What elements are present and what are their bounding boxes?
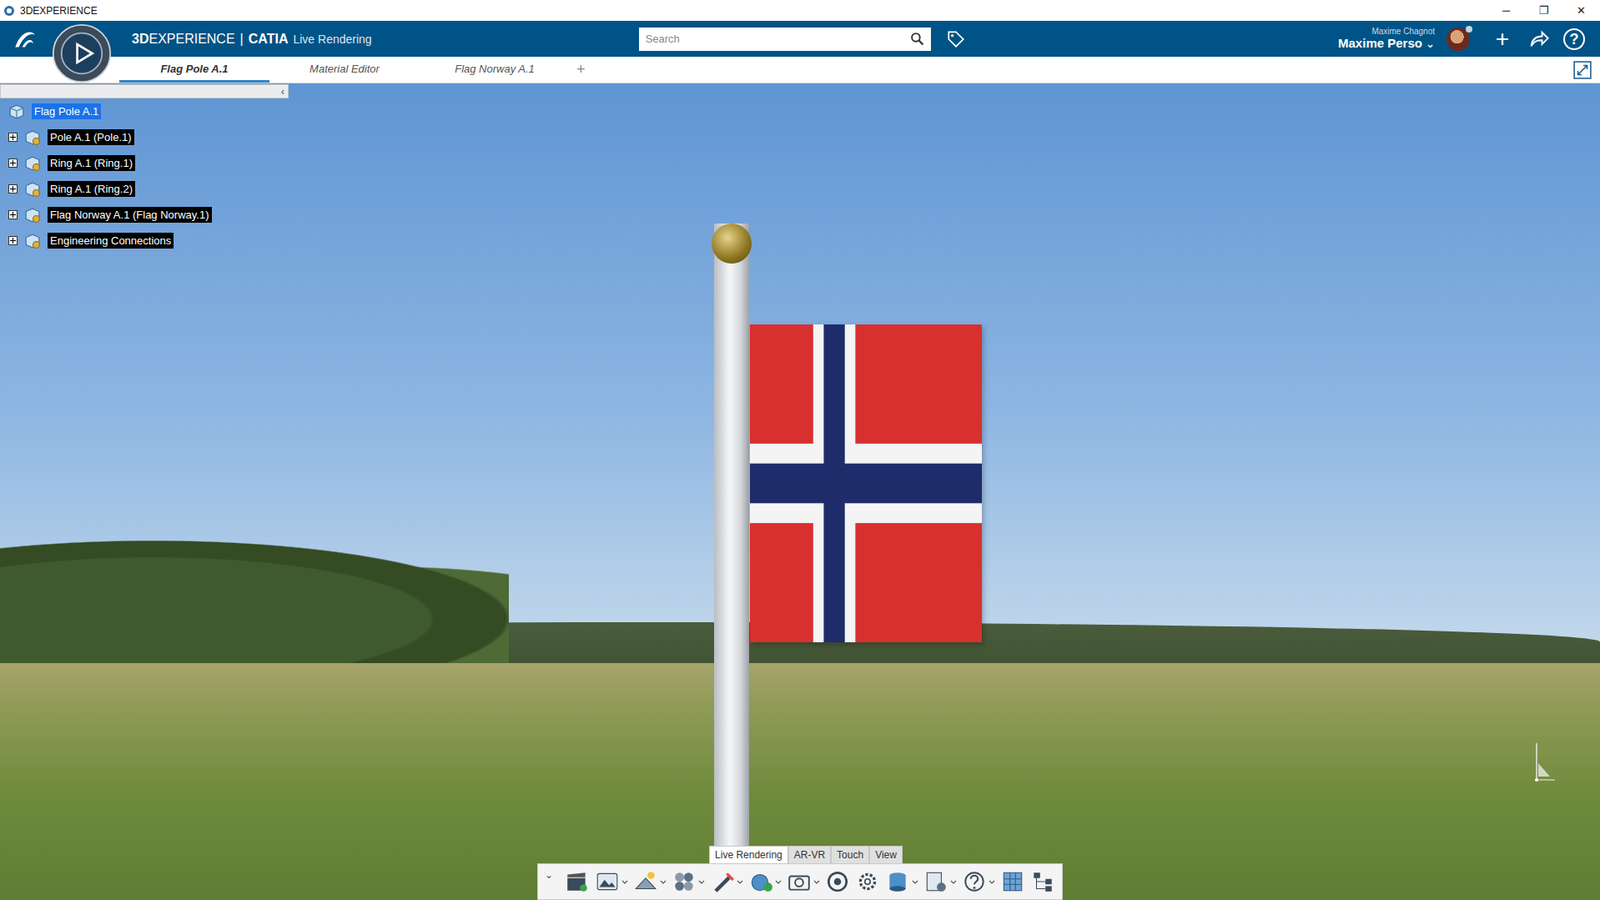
- tool-button[interactable]: [564, 869, 590, 895]
- part-icon: [24, 155, 41, 172]
- window-control[interactable]: ✕: [1562, 4, 1600, 17]
- spec-tree: ‹Flag Pole A.1Pole A.1 (Pole.1)Ring A.1 …: [0, 84, 289, 254]
- section-tab[interactable]: AR-VR: [788, 845, 831, 864]
- ds-logo-icon: [11, 25, 39, 53]
- tool-button[interactable]: [671, 869, 705, 895]
- app-title: 3DEXPERIENCE|CATIALive Rendering: [131, 31, 373, 47]
- window-control[interactable]: ─: [1487, 4, 1525, 17]
- help-icon[interactable]: [961, 869, 987, 895]
- compass-icon[interactable]: [51, 23, 112, 84]
- avatar-icon[interactable]: [1446, 27, 1470, 51]
- share-icon[interactable]: [1528, 28, 1550, 51]
- dropdown-caret-icon[interactable]: [911, 878, 919, 886]
- dropdown-caret-icon[interactable]: [774, 878, 782, 886]
- product-icon: [8, 103, 26, 121]
- tool-button[interactable]: [748, 869, 782, 895]
- fullscreen-icon[interactable]: [1573, 60, 1592, 80]
- tag-icon[interactable]: [945, 29, 967, 50]
- norway-flag[interactable]: [749, 324, 982, 643]
- part-icon: [24, 232, 41, 250]
- picker-icon[interactable]: [709, 869, 735, 895]
- settings-icon[interactable]: [855, 869, 881, 895]
- tool-button[interactable]: [825, 869, 851, 895]
- tree-collapse-bar[interactable]: ‹: [0, 84, 289, 99]
- tool-button[interactable]: [961, 869, 996, 895]
- app-icon: [3, 5, 16, 17]
- search-icon[interactable]: [910, 31, 925, 46]
- render-icon[interactable]: [564, 869, 590, 895]
- dropdown-caret-icon[interactable]: [659, 878, 667, 886]
- part-icon: [24, 129, 41, 146]
- dropdown-caret-icon[interactable]: [698, 878, 705, 886]
- environment-icon[interactable]: [594, 869, 620, 895]
- app-window: 3DEXPERIENCE─❐✕3DEXPERIENCE|CATIALive Re…: [0, 0, 1600, 900]
- tool-button[interactable]: [633, 869, 667, 895]
- tool-button[interactable]: [855, 869, 881, 895]
- search-field[interactable]: Search: [638, 27, 931, 51]
- tool-button[interactable]: [923, 869, 957, 895]
- tab[interactable]: Flag Norway A.1: [419, 56, 570, 83]
- part-icon: [24, 206, 41, 224]
- tool-button[interactable]: [1000, 869, 1026, 895]
- camera-add-icon[interactable]: [748, 869, 774, 895]
- section-tab[interactable]: View: [869, 845, 903, 864]
- user-menu[interactable]: Maxime ChagnotMaxime Perso ⌄: [1338, 26, 1435, 51]
- section-tab[interactable]: Touch: [830, 845, 870, 864]
- capture-icon[interactable]: [786, 869, 812, 895]
- stage-icon[interactable]: [825, 869, 851, 895]
- tree-root[interactable]: Flag Pole A.1: [0, 98, 289, 125]
- expand-icon[interactable]: [8, 158, 18, 168]
- part-icon: [24, 181, 41, 198]
- tool-button[interactable]: [1030, 869, 1056, 895]
- tree-item[interactable]: Pole A.1 (Pole.1): [0, 124, 289, 151]
- tree-item[interactable]: Ring A.1 (Ring.1): [0, 150, 289, 177]
- options-icon[interactable]: [923, 869, 949, 895]
- expand-icon[interactable]: [8, 184, 18, 194]
- tool-button[interactable]: [594, 869, 629, 895]
- expand-icon[interactable]: [8, 132, 18, 142]
- pole-ball[interactable]: [711, 223, 752, 264]
- new-tab-button[interactable]: +: [576, 56, 586, 83]
- dropdown-caret-icon[interactable]: [736, 878, 744, 886]
- flag-pole[interactable]: [714, 223, 750, 900]
- tree-icon[interactable]: [1030, 869, 1056, 895]
- section-tab[interactable]: Live Rendering: [709, 845, 789, 864]
- dropdown-caret-icon[interactable]: [621, 878, 629, 886]
- tool-button[interactable]: [709, 869, 744, 895]
- title-bar: 3DEXPERIENCE─❐✕: [0, 0, 1600, 21]
- dropdown-caret-icon[interactable]: [988, 878, 996, 886]
- tree-item[interactable]: Engineering Connections: [0, 227, 289, 254]
- help-button[interactable]: ?: [1563, 28, 1585, 51]
- action-bar: Live RenderingAR-VRTouchView ⌄: [0, 845, 1600, 900]
- tab-bar: Flag Pole A.1Material EditorFlag Norway …: [0, 56, 1600, 84]
- tree-cluster: [0, 540, 509, 672]
- tool-button[interactable]: [786, 869, 821, 895]
- collapse-button[interactable]: ⌄: [544, 869, 554, 881]
- dropdown-caret-icon[interactable]: [813, 878, 821, 886]
- dropdown-caret-icon[interactable]: [950, 878, 957, 886]
- tab[interactable]: Flag Pole A.1: [119, 56, 270, 83]
- render-viewport[interactable]: ‹Flag Pole A.1Pole A.1 (Pole.1)Ring A.1 …: [0, 83, 1600, 900]
- app-bar: 3DEXPERIENCE|CATIALive Rendering Search Ma…: [0, 20, 1600, 57]
- window-control[interactable]: ❐: [1524, 4, 1563, 17]
- tree-item[interactable]: Ring A.1 (Ring.2): [0, 176, 289, 202]
- materials-icon[interactable]: [671, 869, 697, 895]
- lights-icon[interactable]: [633, 869, 659, 895]
- tree-item[interactable]: Flag Norway A.1 (Flag Norway.1): [0, 201, 289, 228]
- orientation-gizmo-icon[interactable]: [1524, 738, 1559, 789]
- tool-button[interactable]: [885, 869, 919, 895]
- expand-icon[interactable]: [8, 210, 18, 220]
- database-icon[interactable]: [885, 869, 911, 895]
- expand-icon[interactable]: [8, 236, 18, 246]
- tab[interactable]: Material Editor: [269, 56, 420, 83]
- add-button[interactable]: +: [1489, 27, 1515, 51]
- grid-icon[interactable]: [1000, 869, 1026, 895]
